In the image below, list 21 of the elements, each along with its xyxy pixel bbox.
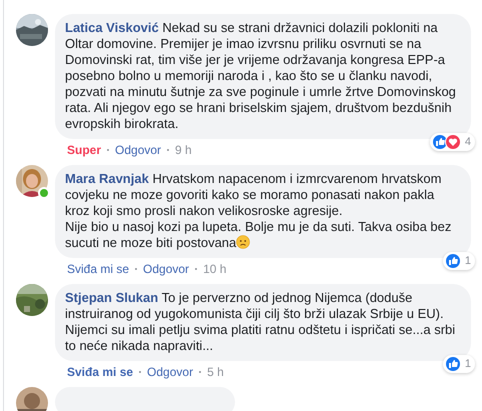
comment-text: Latica Visković Nekad su se strani državnici dolazili pokloniti na Oltar domovine. Premijer je imao izvrsnu priliku osvrnuti se na Domovinski rat, tim više jer je vrijeme održavanja kongresa EPP-a posebno bolno u memoriji naroda i , kao što se u članku navodi, pozvati na minutu šutnje za sve poginule i umrle žrtve Domovinskog rata. Ali njegov ego se hrani briselskim sjajem, društvom bezdušnih evropskih birokrata.: [65, 20, 456, 131]
reaction-count: 4: [464, 135, 471, 150]
reply-link[interactable]: Odgovor: [115, 143, 162, 157]
reaction-badge[interactable]: 1: [442, 355, 475, 373]
timestamp: 9 h: [175, 143, 192, 157]
like-link[interactable]: Sviđa mi se: [67, 365, 134, 379]
comment-text: Stjepan Slukan To je perverzno od jednog Nijemca (doduše instruiranog od yugokomunista čiji cilj što brži ulazak Srbije u EU). Nijemci su imali petlju svima platiti ratnu odštetu i ispričati se...a srbi to neće nikada napraviti...: [65, 290, 456, 353]
comment-text: Mara Ravnjak Hrvatskom napacenom i izmrcvarenom hrvatskom covjeku ne moze govoriti kako se moramo ponasati nakon pakla kroz koji smo prosli nakon velikosroske agresije. Nije bio u nasoj kozi pa lupeta. Bolje mu je da suti. Takva osiba bez sucuti ne moze biti postovana: [65, 171, 452, 250]
reaction-badge[interactable]: 1: [442, 252, 475, 270]
reaction-count: 1: [464, 357, 471, 372]
timestamp: 5 h: [207, 365, 224, 379]
reaction-count: 1: [464, 254, 471, 269]
reply-link[interactable]: Odgovor: [147, 365, 194, 379]
reply-link[interactable]: Odgovor: [143, 262, 190, 276]
author-link[interactable]: Mara Ravnjak: [65, 171, 149, 186]
like-link[interactable]: Sviđa mi se: [67, 262, 130, 276]
reaction-badge[interactable]: 4: [430, 133, 475, 151]
author-link[interactable]: Stjepan Slukan: [65, 290, 158, 305]
timestamp: 10 h: [203, 262, 226, 276]
author-link[interactable]: Latica Visković: [65, 20, 159, 35]
like-link[interactable]: Super: [67, 143, 102, 157]
